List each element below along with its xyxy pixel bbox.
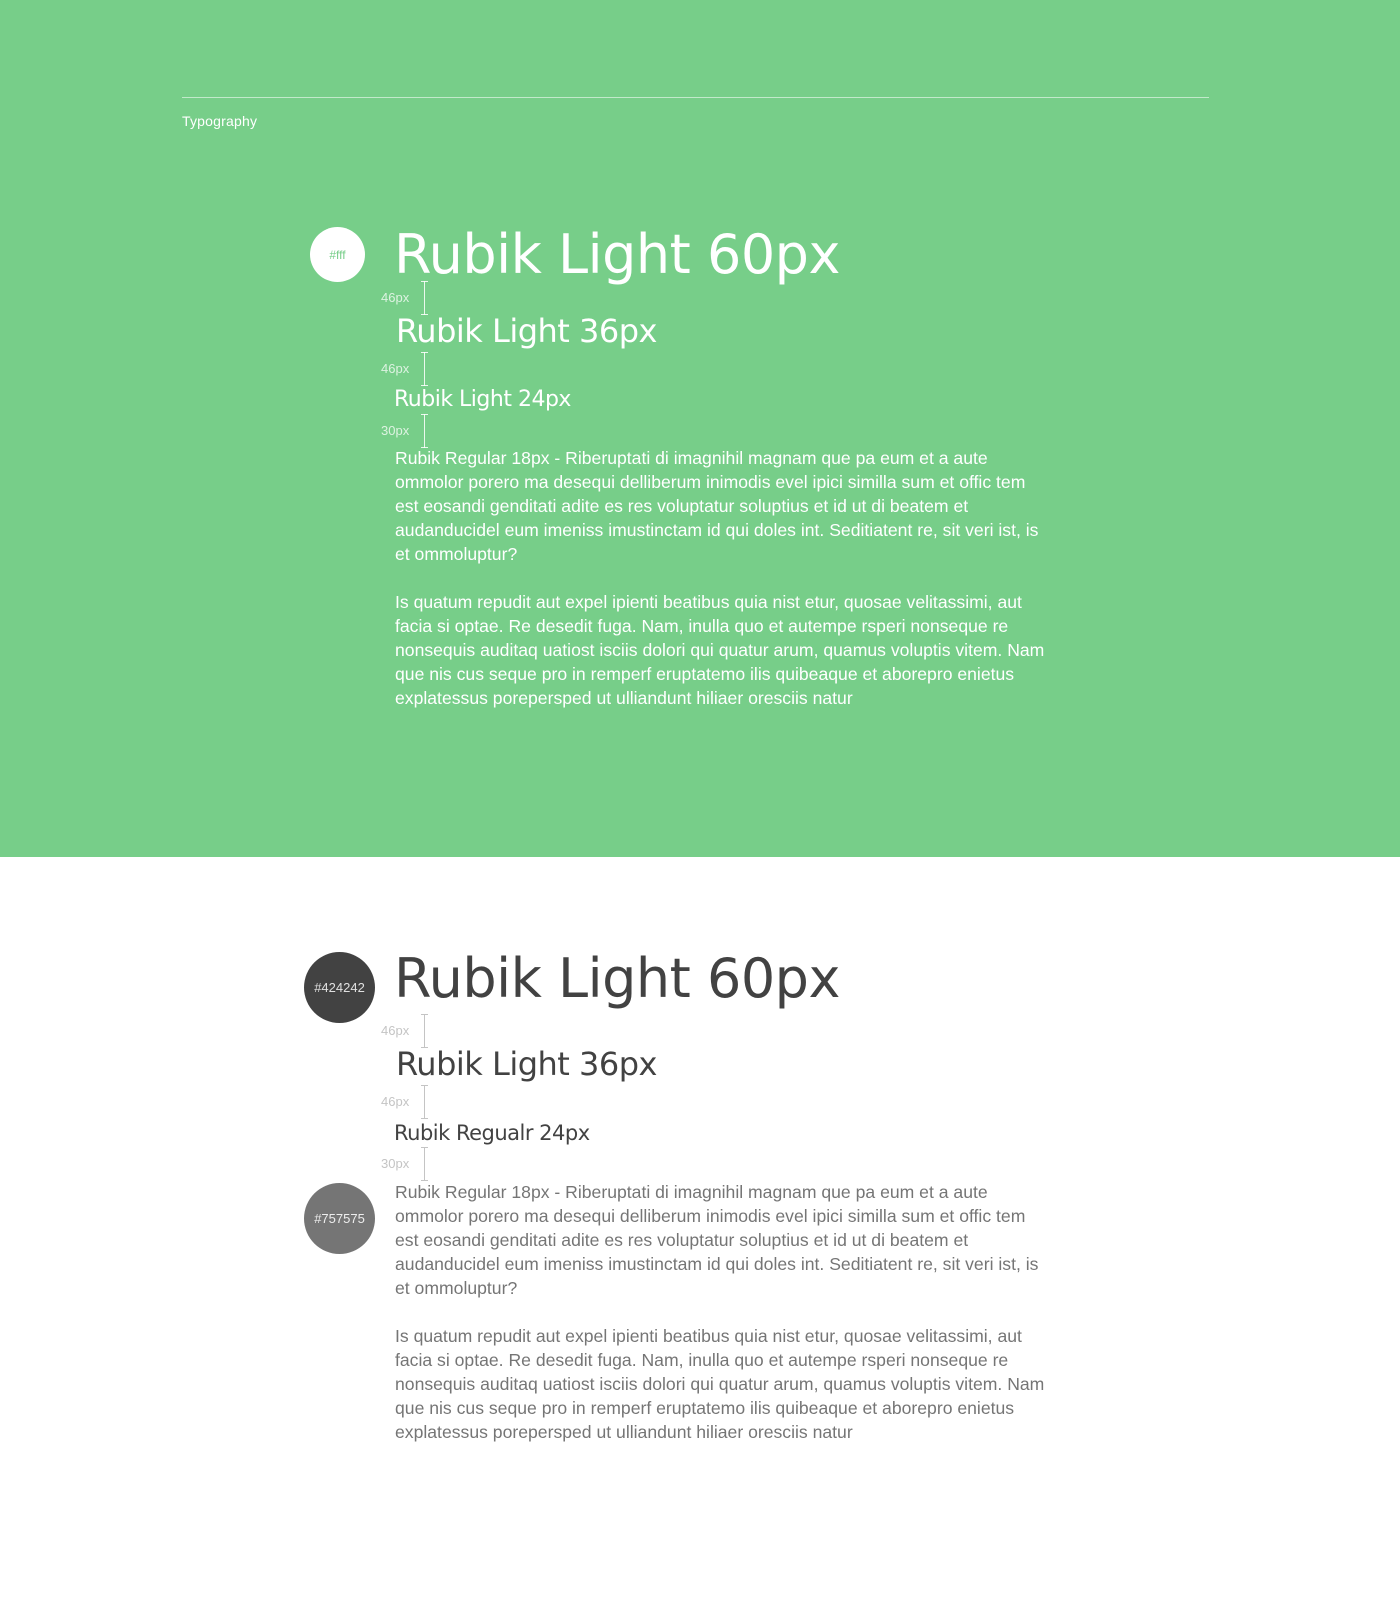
section-title: Typography <box>182 113 258 129</box>
spacing-label: 30px <box>381 423 410 438</box>
heading-60-sample: Rubik Light 60px <box>394 947 840 1010</box>
spacing-label: 46px <box>381 361 410 376</box>
spacing-indicator: 46px <box>380 1014 430 1048</box>
body-paragraph: Is quatum repudit aut expel ipienti beat… <box>395 592 1045 708</box>
spacing-bracket <box>421 1085 428 1119</box>
spacing-indicator: 46px <box>380 281 430 315</box>
spacing-label: 46px <box>381 290 410 305</box>
swatch-label: #424242 <box>314 980 365 995</box>
spacing-bracket <box>421 1147 428 1181</box>
color-swatch-primary: #424242 <box>304 952 375 1023</box>
color-swatch-white: #fff <box>310 227 365 282</box>
swatch-label: #fff <box>329 247 346 262</box>
body-paragraph: Rubik Regular 18px - Riberuptati di imag… <box>395 1182 1039 1298</box>
typography-dark-panel: #424242 Rubik Light 60px 46px Rubik Ligh… <box>0 857 1400 1599</box>
spacing-bracket <box>421 1014 428 1048</box>
spacing-label: 46px <box>381 1094 410 1109</box>
swatch-label: #757575 <box>314 1211 365 1226</box>
spacing-indicator: 46px <box>380 352 430 386</box>
body-paragraph: Is quatum repudit aut expel ipienti beat… <box>395 1326 1045 1442</box>
heading-36-sample: Rubik Light 36px <box>396 1045 657 1083</box>
body-paragraph: Rubik Regular 18px - Riberuptati di imag… <box>395 448 1039 564</box>
heading-60-sample: Rubik Light 60px <box>394 223 840 286</box>
spacing-indicator: 46px <box>380 1085 430 1119</box>
spacing-indicator: 30px <box>380 1147 430 1181</box>
spacing-bracket <box>421 352 428 386</box>
typography-light-panel: Typography #fff Rubik Light 60px 46px Ru… <box>0 0 1400 857</box>
heading-24-sample: Rubik Regualr 24px <box>394 1121 590 1145</box>
spacing-label: 46px <box>381 1023 410 1038</box>
heading-36-sample: Rubik Light 36px <box>396 312 657 350</box>
spacing-indicator: 30px <box>380 414 430 448</box>
spacing-bracket <box>421 281 428 315</box>
spacing-bracket <box>421 414 428 448</box>
section-divider <box>182 97 1209 98</box>
color-swatch-secondary: #757575 <box>304 1183 375 1254</box>
heading-24-sample: Rubik Light 24px <box>394 387 571 412</box>
spacing-label: 30px <box>381 1156 410 1171</box>
